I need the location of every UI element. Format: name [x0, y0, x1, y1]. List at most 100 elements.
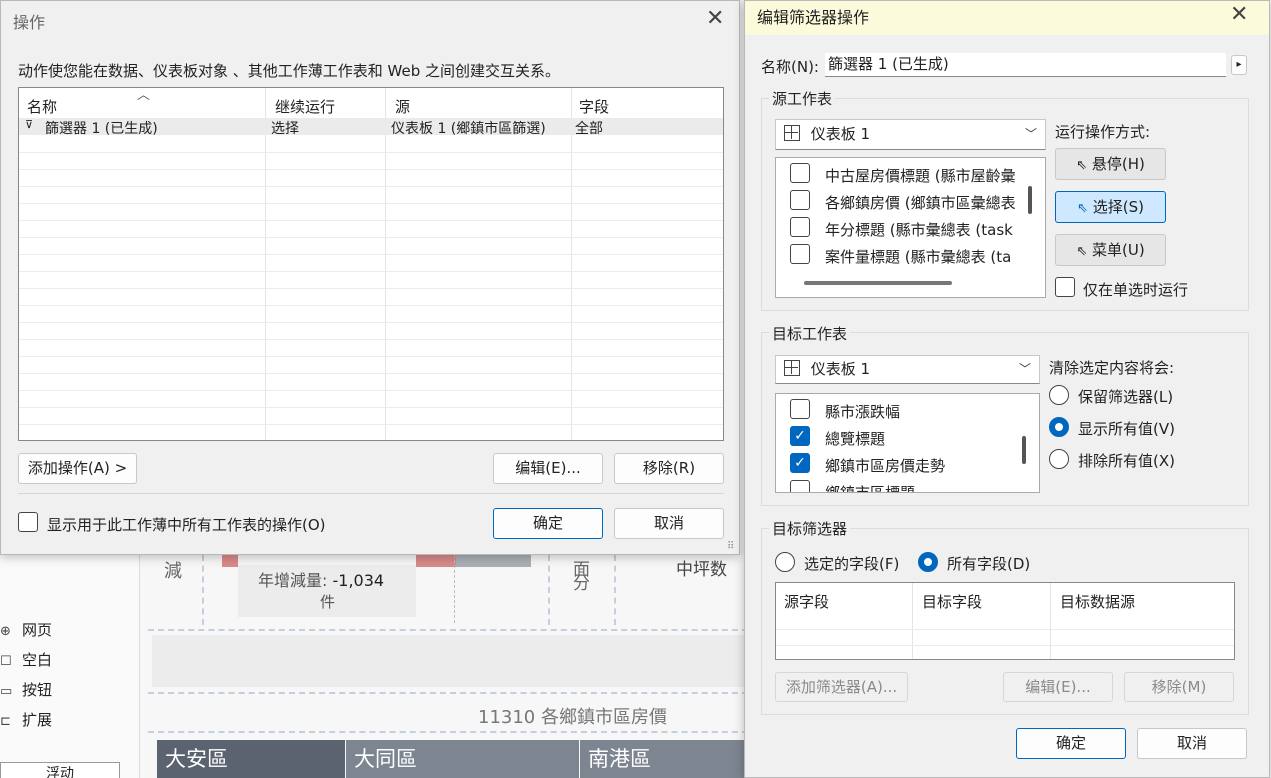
target-sheet-label-1: 總覽標題: [825, 430, 886, 448]
target-filters-label: 目标筛选器: [769, 518, 851, 539]
target-sheet-combo[interactable]: 仪表板 1 ﹀: [775, 355, 1040, 384]
source-sheet-checkbox-1[interactable]: [790, 190, 810, 210]
edit-action-button[interactable]: 编辑(E)...: [493, 453, 603, 484]
show-all-values-radio[interactable]: [1049, 417, 1069, 437]
section-title: 11310 各鄉鎮市區房價: [478, 707, 667, 728]
object-extension-label: 扩展: [22, 711, 53, 729]
object-blank[interactable]: ☐ 空白: [0, 649, 52, 670]
target-sheet-checkbox-3[interactable]: [790, 480, 810, 492]
ok-button[interactable]: 确定: [1016, 728, 1126, 759]
col-header-source[interactable]: 源: [395, 96, 410, 117]
add-filter-button[interactable]: 添加筛选器(A)...: [775, 672, 908, 702]
row-separator: [19, 237, 723, 238]
row-separator: [19, 288, 723, 289]
object-button[interactable]: ▭ 按钮: [0, 679, 52, 700]
target-sheet-label-2: 鄉鎮市區房價走勢: [825, 457, 946, 475]
name-field[interactable]: 篩選器 1 (已生成): [825, 53, 1226, 77]
all-fields-radio[interactable]: [918, 552, 938, 572]
exclude-all-values-radio[interactable]: [1049, 449, 1069, 469]
show-all-label: 显示用于此工作薄中所有工作表的操作(O): [47, 516, 326, 534]
float-toggle-button[interactable]: 浮动: [0, 762, 120, 778]
ok-button[interactable]: 确定: [493, 508, 603, 539]
col-header-run-on[interactable]: 继续运行: [275, 96, 335, 117]
close-icon[interactable]: ✕: [706, 8, 724, 30]
tile-divider-2: [454, 555, 455, 623]
metric-unit: 件: [320, 593, 336, 611]
target-sheet-checkbox-2[interactable]: ✓: [790, 453, 810, 473]
source-sheet-list: 中古屋房價標題 (縣市屋齡彙 各鄉鎮房價 (鄉鎮市區彙總表 年分標題 (縣市彙總…: [775, 157, 1046, 298]
cancel-button[interactable]: 取消: [614, 508, 724, 539]
add-action-button[interactable]: 添加操作(A) >: [18, 453, 137, 484]
remove-action-button[interactable]: 移除(R): [614, 453, 724, 484]
tile-divider: [202, 555, 204, 625]
field-mapping-table: 源字段 目标字段 目标数据源: [775, 582, 1235, 660]
cancel-button[interactable]: 取消: [1137, 728, 1247, 759]
exclude-all-values-label: 排除所有值(X): [1078, 452, 1175, 470]
row-separator: [19, 152, 723, 153]
row-separator: [19, 254, 723, 255]
selected-fields-radio[interactable]: [775, 552, 795, 572]
col-header-fields[interactable]: 字段: [579, 96, 609, 117]
target-combo-value: 仪表板 1: [810, 360, 871, 378]
vertical-scrollbar[interactable]: [1022, 436, 1026, 464]
close-icon[interactable]: ✕: [1230, 4, 1248, 26]
remove-filter-button[interactable]: 移除(M): [1124, 672, 1234, 702]
source-sheet-label-1: 各鄉鎮房價 (鄉鎮市區彙總表: [825, 194, 1016, 212]
target-sheet-checkbox-1[interactable]: ✓: [790, 426, 810, 446]
row-source: 仪表板 1 (鄉鎮市區篩選): [391, 121, 546, 137]
horizontal-scrollbar[interactable]: [804, 281, 952, 285]
table-row[interactable]: ⊽ 篩選器 1 (已生成) 选择 仪表板 1 (鄉鎮市區篩選) 全部: [19, 118, 723, 137]
selected-fields-label: 选定的字段(F): [804, 555, 900, 573]
metric-text: 年增減量: -1,034: [258, 567, 384, 591]
source-sheet-label-0: 中古屋房價標題 (縣市屋齡彙: [825, 167, 1016, 185]
resize-grip-icon[interactable]: ⠿: [727, 541, 734, 552]
source-sheet-checkbox-3[interactable]: [790, 244, 810, 264]
metric-bar-gray: [456, 555, 531, 567]
col-divider: [1050, 583, 1051, 659]
single-select-checkbox[interactable]: [1055, 277, 1075, 297]
target-sheet-label-0: 縣市漲跌幅: [825, 403, 901, 421]
row-separator: [19, 186, 723, 187]
hover-button[interactable]: ⇖ 悬停(H): [1055, 148, 1166, 180]
district-tab-nangang[interactable]: 南港區: [580, 740, 750, 778]
insert-field-button[interactable]: ▸: [1231, 55, 1247, 75]
source-sheet-checkbox-2[interactable]: [790, 217, 810, 237]
keep-filter-label: 保留筛选器(L): [1078, 388, 1174, 406]
target-sheet-list: 縣市漲跌幅 ✓ 總覽標題 ✓ 鄉鎮市區房價走勢 鄉鎮市區標題: [775, 393, 1040, 493]
source-sheet-checkbox-0[interactable]: [790, 163, 810, 183]
object-webpage[interactable]: ⊕ 网页: [0, 619, 52, 640]
hover-button-label: 悬停(H): [1091, 155, 1145, 173]
tile-right-label: 中坪数: [676, 560, 727, 580]
edit-filter-button[interactable]: 编辑(E)...: [1003, 672, 1113, 702]
target-sheet-label-3: 鄉鎮市區標題: [825, 484, 916, 493]
tile-left-label: 減: [164, 561, 182, 582]
row-separator: [19, 271, 723, 272]
keep-filter-radio[interactable]: [1049, 385, 1069, 405]
district-tab-daan[interactable]: 大安區: [157, 740, 345, 778]
menu-button[interactable]: ⇖ 菜单(U): [1055, 234, 1166, 266]
col-header-name[interactable]: 名称: [27, 96, 57, 117]
tile-divider-4: [614, 555, 616, 625]
row-separator: [19, 390, 723, 391]
dashboard-icon: [784, 125, 800, 141]
show-all-checkbox[interactable]: [18, 512, 38, 532]
section-divider: [148, 629, 748, 631]
row-separator: [19, 339, 723, 340]
row-separator: [19, 424, 723, 425]
row-fields: 全部: [575, 121, 603, 137]
vertical-scrollbar[interactable]: [1028, 186, 1032, 214]
row-separator: [19, 203, 723, 204]
actions-table: ︿ 名称 继续运行 源 字段 ⊽ 篩選器 1 (已生成) 选择 仪表板 1 (鄉…: [18, 87, 724, 441]
select-button[interactable]: ⇖ 选择(S): [1055, 191, 1166, 223]
source-sheet-combo[interactable]: 仪表板 1 ﹀: [775, 119, 1046, 150]
row-separator: [19, 322, 723, 323]
chevron-down-icon: ﹀: [1024, 127, 1037, 141]
run-action-label: 运行操作方式:: [1055, 123, 1151, 141]
clear-selection-label: 清除选定内容将会:: [1049, 359, 1175, 377]
source-sheet-label-3: 案件量標題 (縣市彙總表 (ta: [825, 248, 1012, 266]
col-divider: [912, 583, 913, 659]
district-tab-datong[interactable]: 大同區: [346, 740, 579, 778]
target-sheet-checkbox-0[interactable]: [790, 399, 810, 419]
object-extension[interactable]: ⊏ 扩展: [0, 709, 52, 730]
show-all-values-label: 显示所有值(V): [1078, 420, 1175, 438]
